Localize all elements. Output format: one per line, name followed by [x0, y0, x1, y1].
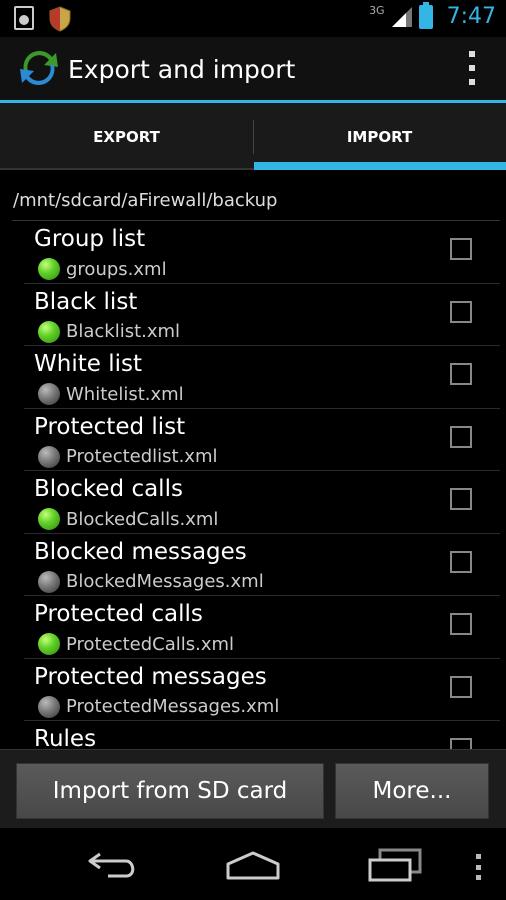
tab-divider — [253, 120, 254, 154]
item-title: Blocked calls — [34, 476, 183, 502]
back-icon[interactable] — [86, 850, 140, 880]
tab-bar: EXPORT IMPORT — [0, 103, 506, 170]
list-item[interactable]: Protected list Protectedlist.xml — [24, 409, 500, 471]
item-filename: ProtectedCalls.xml — [66, 633, 235, 655]
item-file-row: Whitelist.xml — [38, 383, 184, 405]
recent-apps-icon[interactable] — [368, 848, 422, 882]
item-checkbox[interactable] — [450, 238, 472, 260]
tab-selected-indicator — [254, 162, 506, 170]
item-checkbox[interactable] — [450, 613, 472, 635]
backup-file-list: Group list groups.xml Black list Blackli… — [0, 221, 506, 749]
list-item[interactable]: Blocked calls BlockedCalls.xml — [24, 471, 500, 534]
list-item[interactable]: Blocked messages BlockedMessages.xml — [24, 534, 500, 596]
backup-path: /mnt/sdcard/aFirewall/backup — [13, 190, 278, 211]
list-item[interactable]: Protected calls ProtectedCalls.xml — [24, 596, 500, 659]
action-bar: Export and import — [0, 37, 506, 100]
navigation-bar — [0, 828, 506, 900]
status-green-icon — [38, 320, 60, 343]
status-green-icon — [38, 633, 60, 655]
network-type: 3G — [369, 4, 385, 17]
clock: 7:47 — [446, 4, 496, 29]
item-checkbox[interactable] — [450, 363, 472, 385]
list-item[interactable]: Black list Blacklist.xml — [24, 284, 500, 346]
button-bar: Import from SD card More... — [0, 749, 506, 828]
status-bar: 3G 7:47 — [0, 0, 506, 37]
item-checkbox[interactable] — [450, 675, 472, 698]
item-checkbox[interactable] — [450, 550, 472, 573]
item-checkbox[interactable] — [450, 738, 472, 749]
item-file-row: BlockedMessages.xml — [38, 570, 264, 593]
status-green-icon — [38, 508, 60, 530]
item-file-row: groups.xml — [38, 258, 167, 280]
shield-icon — [49, 6, 71, 32]
item-file-row: ProtectedCalls.xml — [38, 633, 234, 655]
item-title: Protected list — [34, 413, 186, 440]
import-from-sd-button[interactable]: Import from SD card — [16, 763, 324, 819]
sync-arrows-icon — [20, 50, 58, 86]
status-green-icon — [38, 258, 60, 280]
item-file-row: BlockedCalls.xml — [38, 508, 218, 530]
item-title: Rules — [34, 726, 97, 749]
list-item[interactable]: Group list groups.xml — [24, 221, 500, 284]
item-filename: BlockedMessages.xml — [66, 571, 264, 592]
notification-icons — [14, 6, 72, 32]
item-file-row: Blacklist.xml — [38, 320, 181, 343]
status-grey-icon — [38, 695, 60, 718]
signal-icon — [391, 6, 412, 27]
item-file-row: Protectedlist.xml — [38, 445, 218, 468]
menu-icon[interactable] — [474, 854, 482, 880]
battery-charging-icon — [418, 1, 433, 29]
list-item[interactable]: Rules — [24, 721, 500, 749]
item-filename: Protectedlist.xml — [66, 446, 218, 467]
item-filename: Whitelist.xml — [66, 383, 184, 405]
list-item[interactable]: Protected messages ProtectedMessages.xml — [24, 659, 500, 721]
status-grey-icon — [38, 383, 60, 405]
item-title: Protected calls — [34, 601, 203, 627]
status-grey-icon — [38, 445, 60, 468]
item-checkbox[interactable] — [450, 425, 472, 448]
tab-import[interactable]: IMPORT — [253, 103, 506, 170]
status-grey-icon — [38, 570, 60, 593]
home-icon[interactable] — [226, 850, 280, 880]
system-icons: 3G 7:47 — [369, 1, 496, 29]
sd-card-icon — [14, 6, 34, 30]
list-item[interactable]: White list Whitelist.xml — [24, 346, 500, 409]
item-title: Blocked messages — [34, 538, 247, 565]
item-title: Protected messages — [34, 663, 267, 690]
tab-export[interactable]: EXPORT — [0, 103, 253, 170]
item-title: White list — [34, 351, 142, 377]
overflow-menu-icon[interactable] — [466, 51, 478, 85]
item-checkbox[interactable] — [450, 488, 472, 510]
page-title: Export and import — [68, 55, 296, 84]
item-filename: ProtectedMessages.xml — [66, 696, 280, 717]
item-checkbox[interactable] — [450, 300, 472, 323]
item-title: Group list — [34, 226, 146, 252]
more-button[interactable]: More... — [335, 763, 489, 819]
item-filename: BlockedCalls.xml — [66, 508, 219, 530]
item-filename: groups.xml — [66, 258, 167, 280]
item-filename: Blacklist.xml — [66, 321, 181, 342]
item-title: Black list — [34, 288, 138, 315]
item-file-row: ProtectedMessages.xml — [38, 695, 280, 718]
